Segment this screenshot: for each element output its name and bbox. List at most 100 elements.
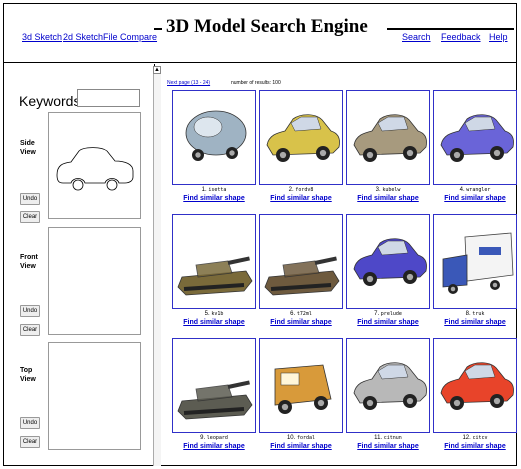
title-rule-left xyxy=(154,28,162,30)
keywords-input[interactable] xyxy=(77,89,140,107)
result-model-name: leopard xyxy=(206,435,228,441)
bubble-car-icon xyxy=(185,110,246,161)
feedback-link[interactable]: Feedback xyxy=(441,32,481,42)
side-undo-button[interactable]: Undo xyxy=(20,193,40,205)
result-model-name: kubelw xyxy=(382,187,401,193)
find-similar-link[interactable]: Find similar shape xyxy=(259,195,343,202)
result-number: 3. xyxy=(375,187,381,193)
front-clear-button[interactable]: Clear xyxy=(20,324,40,336)
help-link[interactable]: Help xyxy=(489,32,508,42)
next-page-link[interactable]: Next page (13 - 24) xyxy=(167,80,210,86)
top-undo-button[interactable]: Undo xyxy=(20,417,40,429)
result-thumbnail[interactable] xyxy=(259,214,343,309)
top-view-label-line1: Top xyxy=(20,367,33,374)
result-number: 5. xyxy=(204,311,210,317)
result-number: 11. xyxy=(374,435,383,441)
result-model-name: citnun xyxy=(383,435,402,441)
find-similar-link[interactable]: Find similar shape xyxy=(346,443,430,450)
find-similar-link[interactable]: Find similar shape xyxy=(259,319,343,326)
result-thumbnail[interactable] xyxy=(172,338,256,433)
result-caption: 1. isetta xyxy=(172,187,256,193)
result-number: 12. xyxy=(462,435,471,441)
truck-icon xyxy=(442,232,513,294)
side-clear-button[interactable]: Clear xyxy=(20,211,40,223)
result-number: 4. xyxy=(459,187,465,193)
result-thumbnail[interactable] xyxy=(433,90,517,185)
top-clear-button[interactable]: Clear xyxy=(20,436,40,448)
car-icon xyxy=(353,362,427,410)
result-model-name: truk xyxy=(472,311,485,317)
front-view-canvas[interactable] xyxy=(48,227,141,335)
front-view-label-line2: View xyxy=(20,263,36,270)
results-scrollbar[interactable] xyxy=(153,66,161,466)
top-view-canvas[interactable] xyxy=(48,342,141,450)
result-model-name: t72ml xyxy=(296,311,312,317)
scroll-up-arrow-icon[interactable]: ▲ xyxy=(153,66,161,74)
result-caption: 9. leopard xyxy=(172,435,256,441)
search-link[interactable]: Search xyxy=(402,32,431,42)
header: 3d Sketch 2d Sketch File Compare 3D Mode… xyxy=(4,4,516,63)
result-number: 9. xyxy=(200,435,206,441)
results-count: number of results: 100 xyxy=(231,80,281,86)
find-similar-link[interactable]: Find similar shape xyxy=(433,195,517,202)
front-view-label-line1: Front xyxy=(20,254,38,261)
result-caption: 2. fordv8 xyxy=(259,187,343,193)
result-model-name: fordv8 xyxy=(295,187,314,193)
van-icon xyxy=(274,364,331,414)
jeep-icon xyxy=(440,114,514,162)
side-view-label-line1: Side xyxy=(20,140,35,147)
result-thumbnail[interactable] xyxy=(346,214,430,309)
title-rule-right xyxy=(387,28,514,30)
results-panel: Next page (13 - 24) number of results: 1… xyxy=(163,64,517,466)
result-model-name: fordal xyxy=(296,435,316,441)
result-caption: 8. truk xyxy=(433,311,517,317)
result-caption: 5. kv1b xyxy=(172,311,256,317)
tank-icon xyxy=(264,256,339,296)
front-undo-button[interactable]: Undo xyxy=(20,305,40,317)
find-similar-link[interactable]: Find similar shape xyxy=(346,195,430,202)
3d-sketch-link[interactable]: 3d Sketch xyxy=(22,32,62,42)
result-thumbnail[interactable] xyxy=(433,214,517,309)
result-caption: 7. prelude xyxy=(346,311,430,317)
result-caption: 3. kubelw xyxy=(346,187,430,193)
result-number: 1. xyxy=(201,187,207,193)
find-similar-link[interactable]: Find similar shape xyxy=(346,319,430,326)
result-thumbnail[interactable] xyxy=(172,90,256,185)
result-model-name: citcv xyxy=(472,435,488,441)
result-thumbnail[interactable] xyxy=(259,338,343,433)
find-similar-link[interactable]: Find similar shape xyxy=(433,443,517,450)
find-similar-link[interactable]: Find similar shape xyxy=(172,319,256,326)
result-number: 6. xyxy=(290,311,296,317)
tank-icon xyxy=(177,256,252,296)
side-view-label: Side View xyxy=(20,139,36,157)
result-thumbnail[interactable] xyxy=(433,338,517,433)
result-caption: 6. t72ml xyxy=(259,311,343,317)
front-view-label: Front View xyxy=(20,253,38,271)
result-number: 7. xyxy=(374,311,380,317)
2d-sketch-link[interactable]: 2d Sketch xyxy=(63,32,103,42)
result-number: 8. xyxy=(465,311,471,317)
result-number: 10. xyxy=(286,435,296,441)
top-view-label: Top View xyxy=(20,366,36,384)
car-sketch-drawing xyxy=(56,147,134,191)
file-compare-link[interactable]: File Compare xyxy=(103,32,157,42)
find-similar-link[interactable]: Find similar shape xyxy=(259,443,343,450)
result-caption: 11. citnun xyxy=(346,435,430,441)
result-model-name: isetta xyxy=(208,187,227,193)
result-thumbnail[interactable] xyxy=(172,214,256,309)
keywords-label: Keywords: xyxy=(19,93,85,109)
result-thumbnail[interactable] xyxy=(259,90,343,185)
result-thumbnail[interactable] xyxy=(346,338,430,433)
side-view-label-line2: View xyxy=(20,149,36,156)
top-view-label-line2: View xyxy=(20,376,36,383)
result-caption: 10. fordal xyxy=(259,435,343,441)
find-similar-link[interactable]: Find similar shape xyxy=(172,443,256,450)
sketch-panel: Keywords: Side View Undo Clear Front Vie… xyxy=(4,64,155,465)
side-view-canvas[interactable] xyxy=(48,112,141,219)
result-model-name: kv1b xyxy=(211,311,224,317)
tank-icon xyxy=(177,380,252,420)
result-thumbnail[interactable] xyxy=(346,90,430,185)
find-similar-link[interactable]: Find similar shape xyxy=(172,195,256,202)
find-similar-link[interactable]: Find similar shape xyxy=(433,319,517,326)
result-caption: 12. citcv xyxy=(433,435,517,441)
